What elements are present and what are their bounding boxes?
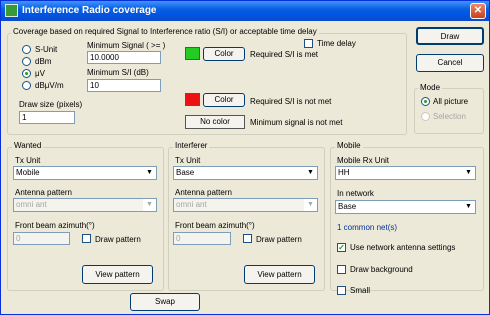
mobile-caption: Mobile: [335, 141, 363, 150]
cancel-button[interactable]: Cancel: [416, 54, 484, 72]
draw-background-label: Draw background: [350, 265, 413, 274]
notmet-text: Required S/I is not met: [250, 97, 332, 106]
app-icon: [5, 4, 18, 17]
wanted-antenna-value: omni ant: [16, 200, 47, 209]
wanted-draw-pattern-checkbox[interactable]: [82, 234, 91, 243]
interferer-tx-label: Tx Unit: [175, 156, 201, 165]
wanted-view-pattern-button[interactable]: View pattern: [82, 265, 153, 284]
small-label: Small: [350, 286, 371, 295]
interferer-azimuth-label: Front beam azimuth(°): [175, 221, 255, 230]
interferer-antenna-label: Antenna pattern: [175, 188, 232, 197]
wanted-antenna-select[interactable]: omni ant ▼: [13, 198, 157, 212]
wanted-tx-value: Mobile: [16, 168, 40, 177]
mode-radio-selection[interactable]: [421, 112, 430, 121]
mode-label-all-picture: All picture: [433, 97, 469, 106]
wanted-draw-pattern-label: Draw pattern: [95, 235, 141, 244]
interferer-caption: Interferer: [173, 141, 210, 150]
met-color-swatch: [185, 47, 200, 60]
chevron-down-icon[interactable]: ▼: [462, 167, 475, 179]
met-color-button[interactable]: Color: [203, 47, 245, 61]
mobile-rx-value: HH: [338, 168, 350, 177]
interferer-tx-select[interactable]: Base ▼: [173, 166, 318, 180]
swap-button[interactable]: Swap: [130, 293, 200, 311]
min-signal-not-met-text: Minimum signal is not met: [250, 118, 343, 127]
interferer-antenna-value: omni ant: [176, 200, 207, 209]
wanted-antenna-label: Antenna pattern: [15, 188, 72, 197]
interferer-antenna-select[interactable]: omni ant ▼: [173, 198, 318, 212]
mode-group: [414, 88, 484, 134]
mobile-rx-select[interactable]: HH ▼: [335, 166, 476, 180]
unit-label-uv: μV: [35, 69, 45, 78]
unit-radio-s-unit[interactable]: [22, 45, 31, 54]
close-button[interactable]: ✕: [470, 3, 486, 19]
wanted-tx-select[interactable]: Mobile ▼: [13, 166, 157, 180]
draw-button[interactable]: Draw: [416, 27, 484, 45]
mode-caption: Mode: [418, 83, 443, 92]
small-checkbox[interactable]: [337, 286, 346, 295]
time-delay-checkbox[interactable]: [304, 39, 313, 48]
met-text: Required S/I is met: [250, 50, 319, 59]
mode-label-selection: Selection: [433, 112, 466, 121]
mode-radio-all-picture[interactable]: [421, 97, 430, 106]
wanted-azimuth-label: Front beam azimuth(°): [15, 221, 95, 230]
min-signal-label: Minimum Signal ( >= ): [87, 41, 166, 50]
mobile-network-value: Base: [338, 202, 357, 211]
chevron-down-icon[interactable]: ▼: [462, 201, 475, 213]
unit-radio-dbm[interactable]: [22, 57, 31, 66]
draw-background-checkbox[interactable]: [337, 265, 346, 274]
window-title: Interference Radio coverage: [22, 5, 157, 16]
notmet-color-swatch: [185, 93, 200, 106]
unit-label-dbuv-m: dBμV/m: [35, 81, 64, 90]
wanted-tx-label: Tx Unit: [15, 156, 41, 165]
unit-radio-dbuv-m[interactable]: [22, 81, 31, 90]
interferer-draw-pattern-checkbox[interactable]: [243, 234, 252, 243]
use-network-antenna-label: Use network antenna settings: [350, 243, 456, 252]
wanted-azimuth-input[interactable]: 0: [13, 232, 70, 245]
wanted-caption: Wanted: [12, 141, 44, 150]
chevron-down-icon[interactable]: ▼: [304, 167, 317, 179]
chevron-down-icon[interactable]: ▼: [143, 167, 156, 179]
draw-size-label: Draw size (pixels): [19, 100, 83, 109]
chevron-down-icon[interactable]: ▼: [304, 199, 317, 211]
coverage-caption: Coverage based on required Signal to Int…: [11, 27, 319, 36]
common-nets-text: 1 common net(s): [337, 223, 398, 232]
min-si-label: Minimum S/I (dB): [87, 68, 149, 77]
unit-label-dbm: dBm: [35, 57, 52, 66]
mobile-network-select[interactable]: Base ▼: [335, 200, 476, 214]
interferer-draw-pattern-label: Draw pattern: [256, 235, 302, 244]
title-bar[interactable]: Interference Radio coverage ✕: [1, 1, 489, 21]
min-si-input[interactable]: 10: [87, 79, 161, 92]
unit-radio-uv[interactable]: [22, 69, 31, 78]
dialog-window: Interference Radio coverage ✕ Coverage b…: [0, 0, 490, 315]
mobile-network-label: In network: [337, 189, 374, 198]
draw-size-input[interactable]: 1: [19, 111, 75, 124]
mobile-rx-label: Mobile Rx Unit: [337, 156, 390, 165]
use-network-antenna-checkbox[interactable]: ✓: [337, 243, 346, 252]
interferer-view-pattern-button[interactable]: View pattern: [244, 265, 315, 284]
unit-label-s-unit: S-Unit: [35, 45, 58, 54]
notmet-color-button[interactable]: Color: [203, 93, 245, 107]
chevron-down-icon[interactable]: ▼: [143, 199, 156, 211]
interferer-tx-value: Base: [176, 168, 195, 177]
min-signal-input[interactable]: 10.0000: [87, 51, 161, 64]
no-color-button[interactable]: No color: [185, 115, 245, 129]
time-delay-label: Time delay: [317, 39, 356, 48]
interferer-azimuth-input[interactable]: 0: [173, 232, 231, 245]
